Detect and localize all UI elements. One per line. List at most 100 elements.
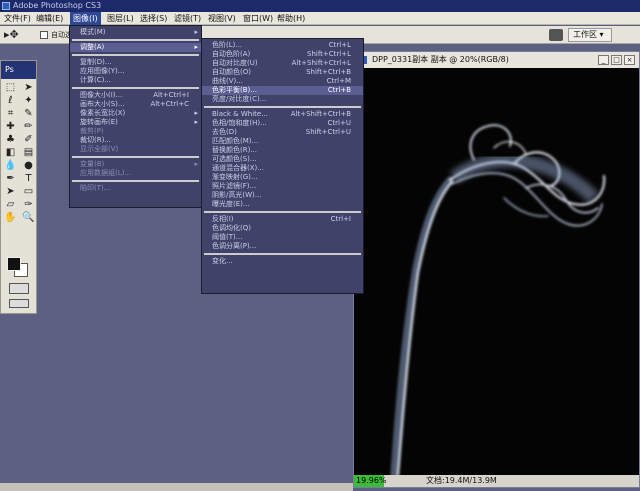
menu-item-shortcut: Alt+Shift+Ctrl+L bbox=[291, 59, 351, 67]
menu-item-可选颜色[interactable]: 可选颜色(S)... bbox=[202, 155, 363, 164]
zoom-level-field[interactable]: 19.96% bbox=[354, 475, 387, 487]
menu-item-label: 通道混合器(X)... bbox=[212, 164, 264, 172]
auto-select-checkbox[interactable] bbox=[40, 31, 48, 39]
notes-tool-icon[interactable]: ▱ bbox=[2, 199, 19, 211]
path-selection-tool-icon[interactable]: ➤ bbox=[2, 186, 19, 198]
crop-tool-icon[interactable]: ⌗ bbox=[2, 108, 19, 120]
type-tool-icon[interactable]: T bbox=[20, 173, 37, 185]
app-title-bar: Adobe Photoshop CS3 bbox=[0, 0, 640, 12]
menu-separator bbox=[204, 106, 361, 108]
menu-item-label: 变化... bbox=[212, 257, 233, 265]
healing-brush-tool-icon[interactable]: ✚ bbox=[2, 121, 19, 133]
marquee-tool-icon[interactable]: ⬚ bbox=[2, 82, 19, 94]
menu-item-图像大小[interactable]: 图像大小(I)... Alt+Ctrl+I bbox=[70, 91, 201, 100]
menu-item-阴影-高光[interactable]: 阴影/高光(W)... bbox=[202, 191, 363, 200]
menu-item-匹配颜色[interactable]: 匹配颜色(M)... bbox=[202, 137, 363, 146]
bridge-icon[interactable] bbox=[549, 29, 563, 41]
menu-item-label: 计算(C)... bbox=[80, 76, 112, 84]
clone-stamp-tool-icon[interactable]: ♣ bbox=[2, 134, 19, 146]
menu-item-反相[interactable]: 反相(I) Ctrl+I bbox=[202, 215, 363, 224]
menu-window[interactable]: 窗口(W) bbox=[240, 12, 276, 25]
menu-separator bbox=[72, 180, 199, 182]
menu-item-应用图像[interactable]: 应用图像(Y)... bbox=[70, 67, 201, 76]
blur-tool-icon[interactable]: 💧 bbox=[2, 160, 19, 172]
history-brush-tool-icon[interactable]: ✐ bbox=[20, 134, 37, 146]
menu-item-旋转画布[interactable]: 旋转画布(E) ▸ bbox=[70, 118, 201, 127]
menu-item-显示全部[interactable]: 显示全部(V) bbox=[70, 145, 201, 154]
menu-item-调整[interactable]: 调整(A) ▸ bbox=[70, 43, 201, 52]
menu-layer[interactable]: 图层(L) bbox=[104, 12, 137, 25]
dodge-tool-icon[interactable]: ● bbox=[20, 160, 37, 172]
adjustments-submenu: 色阶(L)... Ctrl+L 自动色阶(A) Shift+Ctrl+L 自动对比度(U… bbox=[201, 38, 364, 294]
menu-item-模式[interactable]: 模式(M) ▸ bbox=[70, 28, 201, 37]
document-canvas[interactable] bbox=[354, 68, 639, 475]
menu-filter[interactable]: 滤镜(T) bbox=[171, 12, 204, 25]
submenu-arrow-icon: ▸ bbox=[194, 28, 198, 36]
eyedropper-tool-icon[interactable]: ✑ bbox=[20, 199, 37, 211]
menu-separator bbox=[72, 87, 199, 89]
workspace-dropdown[interactable]: 工作区 ▾ bbox=[568, 28, 612, 42]
menu-edit[interactable]: 编辑(E) bbox=[33, 12, 66, 25]
menu-help[interactable]: 帮助(H) bbox=[274, 12, 308, 25]
document-title-bar[interactable]: DPP_0331副本 副本 @ 20%(RGB/8) _ □ × bbox=[354, 52, 639, 68]
menu-item-变量[interactable]: 变量(B) ▸ bbox=[70, 160, 201, 169]
menu-item-label: 裁切(R)... bbox=[80, 136, 112, 144]
menu-item-去色[interactable]: 去色(D) Shift+Ctrl+U bbox=[202, 128, 363, 137]
menu-item-label: 阴影/高光(W)... bbox=[212, 191, 262, 199]
menu-item-裁切[interactable]: 裁切(R)... bbox=[70, 136, 201, 145]
magic-wand-tool-icon[interactable]: ✦ bbox=[20, 95, 37, 107]
menu-item-渐变映射[interactable]: 渐变映射(G)... bbox=[202, 173, 363, 182]
foreground-color-swatch[interactable] bbox=[7, 257, 21, 271]
menu-item-自动对比度[interactable]: 自动对比度(U) Alt+Shift+Ctrl+L bbox=[202, 59, 363, 68]
move-tool-icon[interactable]: ➤ bbox=[20, 82, 37, 94]
quick-mask-button[interactable] bbox=[9, 283, 29, 294]
menu-item-自动颜色[interactable]: 自动颜色(O) Shift+Ctrl+B bbox=[202, 68, 363, 77]
menu-item-变化[interactable]: 变化... bbox=[202, 257, 363, 266]
menu-item-替换颜色[interactable]: 替换颜色(R)... bbox=[202, 146, 363, 155]
close-button[interactable]: × bbox=[624, 55, 635, 65]
gradient-tool-icon[interactable]: ▤ bbox=[20, 147, 37, 159]
menu-item-色调均化[interactable]: 色调均化(Q) bbox=[202, 224, 363, 233]
minimize-button[interactable]: _ bbox=[598, 55, 609, 65]
screen-mode-button[interactable] bbox=[9, 299, 29, 308]
menu-item-画布大小[interactable]: 画布大小(S)... Alt+Ctrl+C bbox=[70, 100, 201, 109]
menu-item-计算[interactable]: 计算(C)... bbox=[70, 76, 201, 85]
zoom-tool-icon[interactable]: 🔍 bbox=[20, 212, 37, 224]
menu-item-色调分离[interactable]: 色调分离(P)... bbox=[202, 242, 363, 251]
shape-tool-icon[interactable]: ▭ bbox=[20, 186, 37, 198]
menu-view[interactable]: 视图(V) bbox=[205, 12, 239, 25]
menu-item-应用数据组[interactable]: 应用数据组(L)... bbox=[70, 169, 201, 178]
lasso-tool-icon[interactable]: ℓ bbox=[2, 95, 19, 107]
menu-item-亮度-对比度[interactable]: 亮度/对比度(C)... bbox=[202, 95, 363, 104]
pen-tool-icon[interactable]: ✒ bbox=[2, 173, 19, 185]
menu-item-裁剪[interactable]: 裁剪(P) bbox=[70, 127, 201, 136]
move-tool-icon[interactable]: ▸✥ bbox=[4, 29, 19, 41]
menu-item-照片滤镜[interactable]: 照片滤镜(F)... bbox=[202, 182, 363, 191]
document-size-info[interactable]: 文档:19.4M/13.9M bbox=[426, 475, 497, 487]
eraser-tool-icon[interactable]: ◧ bbox=[2, 147, 19, 159]
menu-item-陷印[interactable]: 陷印(T)... bbox=[70, 184, 201, 193]
menu-item-色阶[interactable]: 色阶(L)... Ctrl+L bbox=[202, 41, 363, 50]
menu-item-像素长宽比[interactable]: 像素长宽比(X) ▸ bbox=[70, 109, 201, 118]
hand-tool-icon[interactable]: ✋ bbox=[2, 212, 19, 224]
menu-item-色相-饱和度[interactable]: 色相/饱和度(H)... Ctrl+U bbox=[202, 119, 363, 128]
menu-item-label: 匹配颜色(M)... bbox=[212, 137, 259, 145]
menu-item-复制[interactable]: 复制(D)... bbox=[70, 58, 201, 67]
maximize-button[interactable]: □ bbox=[611, 55, 622, 65]
menu-item-label: 变量(B) bbox=[80, 160, 105, 168]
menu-item-曝光度[interactable]: 曝光度(E)... bbox=[202, 200, 363, 209]
menu-item-色彩平衡[interactable]: 色彩平衡(B)... Ctrl+B bbox=[202, 86, 363, 95]
menu-item-自动色阶[interactable]: 自动色阶(A) Shift+Ctrl+L bbox=[202, 50, 363, 59]
brush-tool-icon[interactable]: ✏ bbox=[20, 121, 37, 133]
menu-item-label: 调整(A) bbox=[80, 43, 105, 51]
menu-select[interactable]: 选择(S) bbox=[137, 12, 170, 25]
menu-item-black-white[interactable]: Black & White... Alt+Shift+Ctrl+B bbox=[202, 110, 363, 119]
slice-tool-icon[interactable]: ✎ bbox=[20, 108, 37, 120]
menu-file[interactable]: 文件(F) bbox=[1, 12, 34, 25]
app-title: Adobe Photoshop CS3 bbox=[13, 1, 102, 10]
menu-item-shortcut: Alt+Shift+Ctrl+B bbox=[290, 110, 351, 118]
menu-image[interactable]: 图像(I) bbox=[70, 12, 101, 25]
menu-item-通道混合器[interactable]: 通道混合器(X)... bbox=[202, 164, 363, 173]
menu-item-曲线[interactable]: 曲线(V)... Ctrl+M bbox=[202, 77, 363, 86]
menu-item-阈值[interactable]: 阈值(T)... bbox=[202, 233, 363, 242]
